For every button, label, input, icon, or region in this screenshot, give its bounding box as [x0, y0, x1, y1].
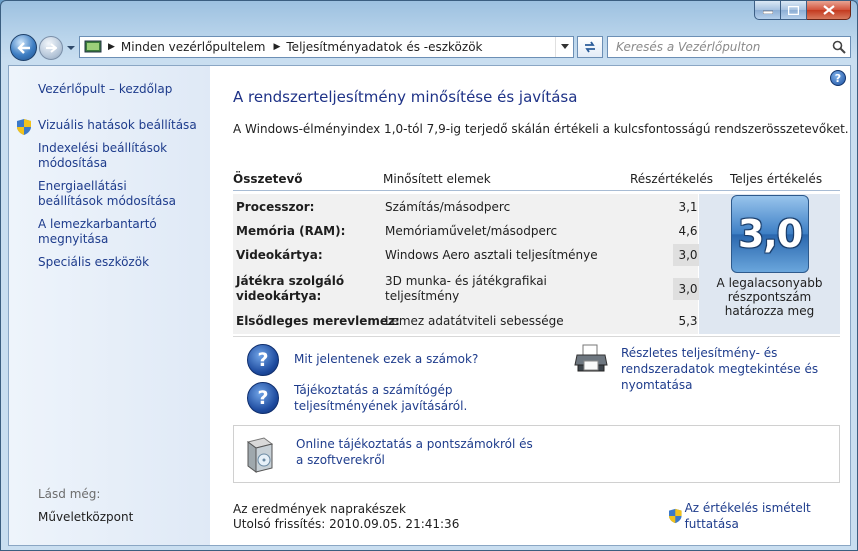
divider: [233, 336, 840, 337]
see-also-label: Lásd még:: [38, 487, 101, 501]
base-score-note: A legalacsonyabb részpontszám határozza …: [716, 276, 823, 318]
header-component: Összetevő: [233, 172, 303, 186]
status-last-update: Utolsó frissítés: 2010.09.05. 21:41:36: [233, 517, 460, 531]
row-component: Memória (RAM):: [236, 224, 346, 238]
close-button[interactable]: [807, 1, 851, 20]
sidebar-item-home[interactable]: Vezérlőpult – kezdőlap: [38, 82, 198, 97]
chevron-down-icon: [560, 44, 569, 49]
forward-button[interactable]: [39, 36, 63, 60]
status-text: Az eredmények naprakészek Utolsó frissít…: [233, 502, 459, 532]
table-row: Játékra szolgáló videokártya: 3D munka- …: [233, 270, 703, 308]
table-row: Videokártya: Windows Aero asztali teljes…: [233, 244, 703, 266]
breadcrumb-item-performance[interactable]: Teljesítményadatok és -eszközök: [286, 40, 482, 54]
row-component: Videokártya:: [236, 248, 323, 262]
table-row: Processzor: Számítás/másodperc 3,1: [233, 196, 698, 218]
breadcrumb-separator-icon: ▶: [108, 42, 115, 52]
help-icon[interactable]: ?: [830, 70, 846, 86]
sidebar-item-action-center[interactable]: Műveletközpont: [38, 510, 133, 525]
table-row: Memória (RAM): Memóriaművelet/másodperc …: [233, 220, 698, 242]
refresh-icon: [585, 41, 595, 53]
uac-shield-icon: [669, 508, 682, 524]
rerun-assessment-label[interactable]: Az értékelés ismételt futtatása: [685, 500, 850, 532]
row-item: Lemez adatátviteli sebessége: [385, 314, 564, 328]
page-title: A rendszerteljesítmény minősítése és jav…: [233, 88, 578, 106]
breadcrumb-item-all-control-panel[interactable]: Minden vezérlőpultelem: [121, 40, 266, 54]
sidebar-item-advanced-tools[interactable]: Speciális eszközök: [38, 255, 198, 270]
header-subscore: Részértékelés: [630, 172, 714, 186]
header-item: Minősített elemek: [383, 172, 491, 186]
link-improve-performance[interactable]: Tájékoztatás a számítógép teljesítményén…: [294, 382, 484, 414]
sidebar-item-power[interactable]: Energiaellátási beállítások módosítása: [38, 179, 188, 209]
divider: [233, 190, 840, 191]
caption-buttons: [754, 1, 851, 20]
content-area: Vezérlőpult – kezdőlap Vizuális hatások …: [8, 65, 851, 546]
rerun-assessment-link[interactable]: Az értékelés ismételt futtatása: [669, 500, 850, 532]
address-bar[interactable]: ▶ Minden vezérlőpultelem ▶ Teljesítménya…: [79, 36, 574, 58]
sidebar-item-disk-cleanup[interactable]: A lemezkarbantartó megnyitása: [38, 217, 158, 247]
row-component: Elsődleges merevlemez:: [236, 314, 400, 328]
table-row: Elsődleges merevlemez: Lemez adatátvitel…: [233, 310, 698, 332]
minimize-icon: [762, 10, 773, 14]
score-table: Processzor: Számítás/másodperc 3,1 Memór…: [233, 194, 840, 334]
navigation-bar: ▶ Minden vezérlőpultelem ▶ Teljesítménya…: [1, 31, 857, 63]
recent-pages-dropdown-icon[interactable]: [67, 44, 75, 52]
sidebar-item-indexing[interactable]: Indexelési beállítások módosítása: [38, 141, 168, 171]
printer-icon: [574, 344, 608, 372]
close-icon: [822, 5, 835, 15]
status-current: Az eredmények naprakészek: [233, 502, 406, 516]
maximize-button[interactable]: [781, 1, 807, 20]
uac-shield-icon: [17, 119, 31, 135]
address-dropdown-button[interactable]: [555, 37, 573, 57]
help-question-icon: ?: [247, 344, 279, 376]
link-what-numbers[interactable]: Mit jelentenek ezek a számok?: [294, 351, 478, 367]
page-description: A Windows-élményindex 1,0-tól 7,9-ig ter…: [233, 122, 849, 136]
maximize-icon: [788, 5, 799, 15]
online-info-box: Online tájékoztatás a pontszámokról és a…: [233, 425, 840, 483]
refresh-button[interactable]: [577, 36, 603, 58]
back-button[interactable]: [10, 34, 37, 61]
breadcrumb-separator-icon: ▶: [273, 42, 281, 52]
link-online-info[interactable]: Online tájékoztatás a pontszámokról és a…: [296, 436, 536, 468]
search-box[interactable]: Keresés a Vezérlőpulton: [607, 36, 851, 58]
link-detailed-info[interactable]: Részletes teljesítmény- és rendszeradato…: [621, 345, 846, 393]
search-icon[interactable]: [828, 37, 850, 57]
window: ▶ Minden vezérlőpultelem ▶ Teljesítménya…: [0, 0, 858, 551]
row-item: Windows Aero asztali teljesítménye: [385, 248, 598, 262]
row-item: Számítás/másodperc: [385, 200, 511, 214]
row-component: Játékra szolgáló videokártya:: [236, 274, 345, 303]
row-item: 3D munka- és játékgrafikai teljesítmény: [385, 274, 547, 303]
base-score-value: 3,0: [737, 212, 803, 256]
main-panel: ? A rendszerteljesítmény minősítése és j…: [210, 66, 850, 545]
arrow-left-icon: [16, 41, 30, 54]
control-panel-icon: [84, 40, 102, 53]
base-score-panel: 3,0 A legalacsonyabb részpontszám határo…: [699, 194, 840, 334]
header-total: Teljes értékelés: [730, 172, 823, 186]
sidebar: Vezérlőpult – kezdőlap Vizuális hatások …: [9, 66, 210, 545]
software-box-icon: [246, 437, 274, 473]
search-input[interactable]: Keresés a Vezérlőpulton: [616, 40, 828, 54]
help-question-icon: ?: [247, 382, 279, 414]
arrow-right-icon: [46, 43, 57, 53]
sidebar-item-visual-effects[interactable]: Vizuális hatások beállítása: [38, 118, 203, 133]
base-score-badge: 3,0: [731, 195, 809, 273]
minimize-button[interactable]: [754, 1, 781, 20]
row-item: Memóriaművelet/másodperc: [385, 224, 558, 238]
row-component: Processzor:: [236, 200, 315, 214]
